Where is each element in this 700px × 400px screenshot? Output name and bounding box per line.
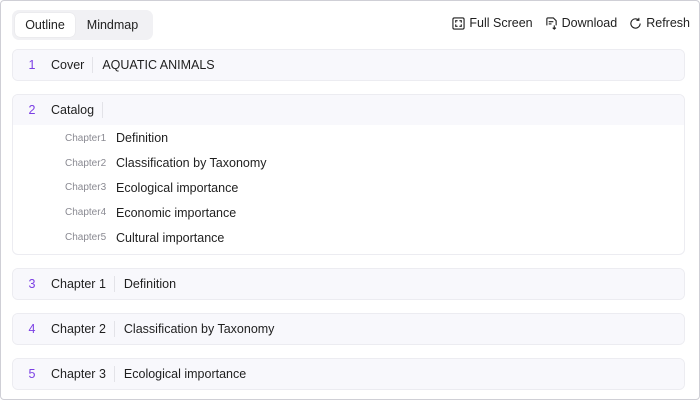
chapter-title: Classification by Taxonomy [116, 156, 267, 171]
chapter-label: Chapter3 [65, 182, 107, 194]
outline-card-catalog[interactable]: 2 Catalog Chapter1 Definition Chapter2 C… [12, 94, 685, 255]
card-header: 4 Chapter 2 Classification by Taxonomy [13, 314, 684, 344]
refresh-label: Refresh [646, 16, 690, 30]
chapter-title: Definition [116, 131, 169, 146]
outline-card-chapter-2[interactable]: 4 Chapter 2 Classification by Taxonomy [12, 313, 685, 345]
section-title: Classification by Taxonomy [123, 322, 275, 336]
section-number: 4 [28, 322, 36, 336]
section-label: Cover [51, 57, 94, 73]
tab-mindmap[interactable]: Mindmap [75, 13, 150, 37]
toolbar: Outline Mindmap Full Screen Download Ref… [1, 1, 699, 47]
section-number: 2 [28, 103, 36, 117]
outline-card-chapter-1[interactable]: 3 Chapter 1 Definition [12, 268, 685, 300]
outline-card-chapter-3[interactable]: 5 Chapter 3 Ecological importance [12, 358, 685, 390]
list-item[interactable]: Chapter2 Classification by Taxonomy [13, 151, 684, 176]
section-label: Chapter 1 [51, 276, 115, 292]
outline-panel: Outline Mindmap Full Screen Download Ref… [0, 0, 700, 400]
download-button[interactable]: Download [545, 16, 618, 30]
section-title: Definition [123, 277, 177, 291]
download-label: Download [561, 16, 618, 30]
chapter-label: Chapter2 [65, 157, 107, 169]
card-header: 2 Catalog [13, 95, 684, 125]
section-number: 1 [28, 58, 36, 72]
full-screen-button[interactable]: Full Screen [452, 16, 533, 30]
refresh-button[interactable]: Refresh [629, 16, 690, 30]
section-title: Ecological importance [123, 367, 247, 381]
chapter-label: Chapter4 [65, 207, 107, 219]
section-label: Chapter 3 [51, 366, 115, 382]
list-item[interactable]: Chapter1 Definition [13, 126, 684, 151]
section-label: Catalog [51, 102, 104, 118]
outline-card-cover[interactable]: 1 Cover AQUATIC ANIMALS [12, 49, 685, 81]
chapter-title: Economic importance [116, 205, 237, 220]
card-header: 5 Chapter 3 Ecological importance [13, 359, 684, 389]
tab-outline[interactable]: Outline [15, 13, 75, 37]
toolbar-actions: Full Screen Download Refresh [452, 16, 690, 30]
fullscreen-icon [452, 16, 466, 30]
chapter-label: Chapter1 [65, 132, 107, 144]
section-number: 3 [28, 277, 36, 291]
refresh-icon [630, 17, 641, 29]
view-toggle: Outline Mindmap [12, 10, 153, 40]
download-icon [545, 16, 557, 30]
catalog-list: Chapter1 Definition Chapter2 Classificat… [13, 125, 684, 254]
section-title: AQUATIC ANIMALS [102, 58, 215, 72]
section-number: 5 [28, 367, 36, 381]
list-item[interactable]: Chapter4 Economic importance [13, 200, 684, 225]
section-label: Chapter 2 [51, 321, 115, 337]
chapter-title: Cultural importance [116, 230, 225, 245]
card-header: 1 Cover AQUATIC ANIMALS [13, 50, 684, 80]
list-item[interactable]: Chapter5 Cultural importance [13, 225, 684, 250]
chapter-title: Ecological importance [116, 180, 239, 195]
card-header: 3 Chapter 1 Definition [13, 269, 684, 299]
chapter-label: Chapter5 [65, 232, 107, 244]
full-screen-label: Full Screen [469, 16, 533, 30]
list-item[interactable]: Chapter3 Ecological importance [13, 176, 684, 201]
